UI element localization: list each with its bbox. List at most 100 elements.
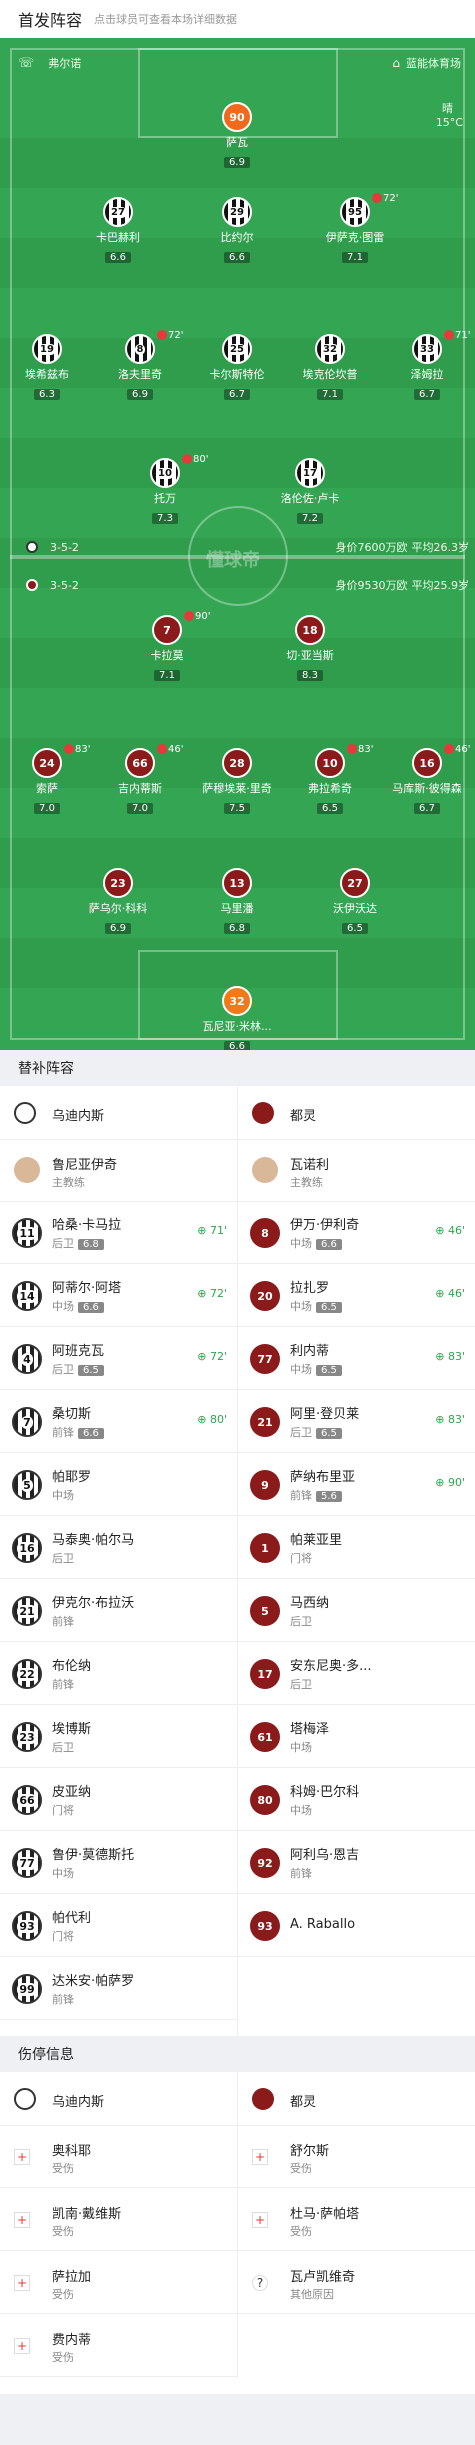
player-position: 中场 [52,1489,74,1502]
player-badge: 10 [315,748,345,778]
away-sub-row-2[interactable]: 77 利内蒂 中场 6.5 ⊕ 83' [238,1328,475,1390]
away-injury-row-1[interactable]: + 杜马·萨帕塔 受伤 [238,2189,475,2251]
home-sub-row-12[interactable]: 99 达米安·帕萨罗 前锋 [0,1958,237,2020]
away-player-10[interactable]: 32 瓦尼亚·米林... 6.6 [192,986,282,1050]
player-name: 帕耶罗 [52,1470,92,1485]
home-sub-row-1[interactable]: 14 阿蒂尔·阿塔 中场 6.6 ⊕ 72' [0,1265,237,1327]
player-number: 23 [17,1730,37,1744]
injury-reason: 受伤 [52,2162,74,2175]
player-rating: 6.5 [317,803,343,814]
away-player-9[interactable]: 27 沃伊沃达 6.5 [310,868,400,935]
away-player-5[interactable]: 10 弗拉希奇 6.5 83' [285,744,375,815]
away-crest-icon [252,1102,274,1124]
home-sub-row-10[interactable]: 77 鲁伊·莫德斯托 中场 [0,1832,237,1894]
away-sub-row-11[interactable]: 93 A. Raballo [238,1895,475,1957]
sub-off-icon [184,611,194,621]
player-badge: 10 [150,458,180,488]
player-rating: 7.5 [224,803,250,814]
home-injury-row-0[interactable]: + 奥科耶 受伤 [0,2126,237,2188]
home-player-10[interactable]: 17 洛伦佐·卢卡 7.2 [265,458,355,525]
home-injury-row-1[interactable]: + 凯南·戴维斯 受伤 [0,2189,237,2251]
home-sub-row-6[interactable]: 21 伊克尔·布拉沃 前锋 [0,1580,237,1642]
away-sub-row-7[interactable]: 17 安东尼奥·多... 后卫 [238,1643,475,1705]
player-badge: 28 [222,748,252,778]
sub-time: 72' [383,193,399,204]
away-sub-row-3[interactable]: 21 阿里·登贝莱 后卫 6.5 ⊕ 83' [238,1391,475,1453]
player-number: 33 [418,343,436,355]
home-player-5[interactable]: 8 洛夫里奇 6.9 72' [95,330,185,401]
away-sub-row-4[interactable]: 9 萨纳布里亚 前锋 5.6 ⊕ 90' [238,1454,475,1516]
away-player-6[interactable]: 16 马库斯·彼得森 6.7 46' [382,744,472,815]
player-name: 鲁伊·莫德斯托 [52,1848,135,1863]
player-number: 66 [132,756,148,770]
player-number: 77 [257,1352,273,1366]
player-position: 中场 6.6 [290,1235,342,1251]
player-rating: 6.6 [224,252,250,263]
player-name: 弗拉希奇 [308,782,352,795]
home-sub-row-8[interactable]: 23 埃博斯 后卫 [0,1706,237,1768]
away-sub-row-0[interactable]: 8 伊万·伊利奇 中场 6.6 ⊕ 46' [238,1202,475,1264]
away-sub-row-1[interactable]: 20 拉扎罗 中场 6.5 ⊕ 46' [238,1265,475,1327]
home-player-9[interactable]: 10 托万 7.3 80' [120,454,210,525]
away-player-7[interactable]: 23 萨乌尔·科科 6.9 [73,868,163,935]
whistle-icon: ☏ [18,55,35,71]
player-name: 桑切斯 [52,1407,92,1422]
away-sub-row-8[interactable]: 61 塔梅泽 中场 [238,1706,475,1768]
injury-reason: 受伤 [52,2288,74,2301]
home-sub-row-3[interactable]: 7 桑切斯 前锋 6.6 ⊕ 80' [0,1391,237,1453]
away-player-0[interactable]: 7 卡拉莫 7.1 90' [122,611,212,682]
home-sub-row-7[interactable]: 22 布伦纳 前锋 [0,1643,237,1705]
away-team-name: 都灵 [290,2095,317,2110]
player-number: 80 [257,1793,273,1807]
away-injury-row-2[interactable]: ? 瓦卢凯维奇 其他原因 [238,2252,475,2314]
away-player-4[interactable]: 28 萨穆埃莱·里奇 7.5 [192,748,282,815]
sub-on-icon: ⊕ [197,1413,210,1426]
away-player-3[interactable]: 66 吉内蒂斯 7.0 46' [95,744,185,815]
home-player-8[interactable]: 33 泽姆拉 6.7 71' [382,330,472,401]
coach-name: 瓦诺利 [290,1158,330,1173]
home-injury-row-2[interactable]: + 萨拉加 受伤 [0,2252,237,2314]
home-player-7[interactable]: 32 埃克伦坎普 7.1 [285,334,375,401]
sub-time: 80' [193,454,209,465]
player-number: 21 [257,1415,273,1429]
home-sub-row-11[interactable]: 93 帕代利 门将 [0,1895,237,1957]
home-player-3[interactable]: 95 伊萨克·图雷 7.1 72' [310,193,400,264]
player-position: 前锋 [52,1615,74,1628]
player-badge: 90 [222,102,252,132]
player-number: 66 [17,1793,37,1807]
away-sub-row-6[interactable]: 5 马西纳 后卫 [238,1580,475,1642]
away-player-8[interactable]: 13 马里潘 6.8 [192,868,282,935]
home-player-4[interactable]: 19 埃希兹布 6.3 [2,334,92,401]
home-injury-row-3[interactable]: + 费内蒂 受伤 [0,2315,237,2377]
home-sub-row-0[interactable]: 11 哈桑·卡马拉 后卫 6.8 ⊕ 71' [0,1202,237,1264]
home-player-2[interactable]: 29 比约尔 6.6 [192,197,282,264]
sub-time: 83' [75,744,91,755]
home-sub-row-4[interactable]: 5 帕耶罗 中场 [0,1454,237,1516]
away-subs-team: 都灵 [238,2072,475,2126]
home-sub-row-2[interactable]: 4 阿班克瓦 后卫 6.5 ⊕ 72' [0,1328,237,1390]
player-name: 泽姆拉 [410,368,444,381]
home-subs-team: 乌迪内斯 [0,2072,237,2126]
home-sub-row-9[interactable]: 66 皮亚纳 门将 [0,1769,237,1831]
away-crest-icon [26,579,38,591]
away-sub-row-9[interactable]: 80 科姆·巴尔科 中场 [238,1769,475,1831]
away-coach[interactable]: 瓦诺利 主教练 [238,1140,475,1202]
away-sub-row-10[interactable]: 92 阿利乌·恩吉 前锋 [238,1832,475,1894]
player-rating: 6.6 [316,1239,342,1250]
home-crest-icon [26,541,38,553]
home-sub-row-5[interactable]: 16 马泰奥·帕尔马 后卫 [0,1517,237,1579]
player-number: 4 [21,1352,33,1366]
sub-on-time: ⊕ 71' [197,1224,227,1237]
coach-name: 鲁尼亚伊奇 [52,1158,118,1173]
away-player-1[interactable]: 18 切·亚当斯 8.3 [265,615,355,682]
away-injury-row-0[interactable]: + 舒尔斯 受伤 [238,2126,475,2188]
home-coach[interactable]: 鲁尼亚伊奇 主教练 [0,1140,237,1202]
home-player-0[interactable]: 90 萨瓦 6.9 [192,102,282,169]
away-player-2[interactable]: 24 索萨 7.0 83' [2,744,92,815]
player-badge: 14 [12,1281,42,1311]
home-player-1[interactable]: 27 卡巴赫利 6.6 [73,197,163,264]
away-sub-row-5[interactable]: 1 帕莱亚里 门将 [238,1517,475,1579]
player-rating: 6.6 [224,1041,250,1050]
player-rating: 7.2 [297,513,323,524]
home-player-6[interactable]: 25 卡尔斯特伦 6.7 [192,334,282,401]
